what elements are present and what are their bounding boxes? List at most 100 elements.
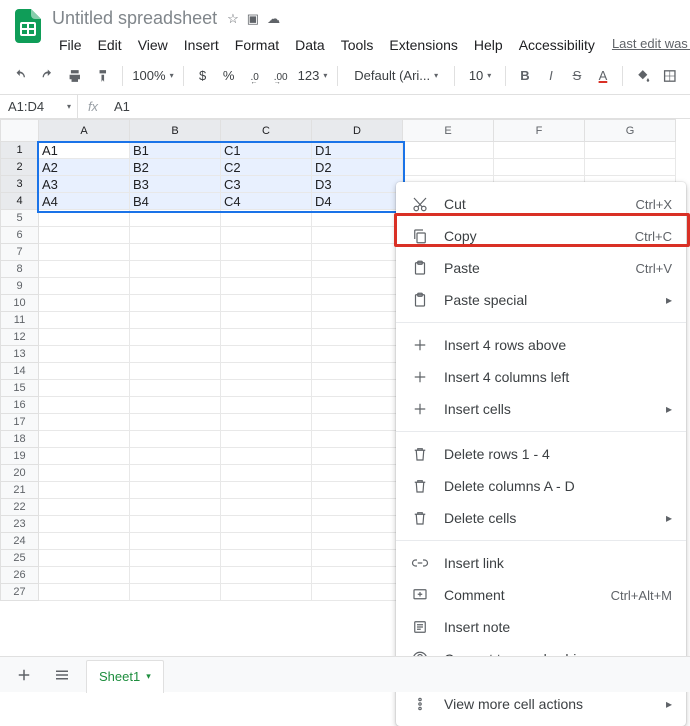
cell-B13[interactable] — [130, 346, 221, 363]
fill-color-button[interactable] — [631, 63, 655, 89]
row-header-18[interactable]: 18 — [1, 431, 39, 448]
cell-A11[interactable] — [39, 312, 130, 329]
row-header-11[interactable]: 11 — [1, 312, 39, 329]
cell-A6[interactable] — [39, 227, 130, 244]
col-header-G[interactable]: G — [585, 120, 676, 142]
italic-button[interactable]: I — [540, 63, 562, 89]
cell-A22[interactable] — [39, 499, 130, 516]
cell-A26[interactable] — [39, 567, 130, 584]
cell-B22[interactable] — [130, 499, 221, 516]
menu-format[interactable]: Format — [228, 33, 286, 57]
row-header-9[interactable]: 9 — [1, 278, 39, 295]
cell-E1[interactable] — [403, 142, 494, 159]
cell-D25[interactable] — [312, 550, 403, 567]
cell-C17[interactable] — [221, 414, 312, 431]
menu-data[interactable]: Data — [288, 33, 332, 57]
col-header-E[interactable]: E — [403, 120, 494, 142]
cell-G2[interactable] — [585, 159, 676, 176]
cell-C7[interactable] — [221, 244, 312, 261]
star-icon[interactable]: ☆ — [227, 11, 239, 27]
cell-C6[interactable] — [221, 227, 312, 244]
cell-C18[interactable] — [221, 431, 312, 448]
cell-A9[interactable] — [39, 278, 130, 295]
cell-D21[interactable] — [312, 482, 403, 499]
ctx-insert-rows[interactable]: Insert 4 rows above — [396, 329, 686, 361]
print-button[interactable] — [63, 63, 87, 89]
cell-D17[interactable] — [312, 414, 403, 431]
cell-B21[interactable] — [130, 482, 221, 499]
menu-insert[interactable]: Insert — [177, 33, 226, 57]
doc-title[interactable]: Untitled spreadsheet — [52, 8, 217, 29]
percent-button[interactable]: % — [218, 63, 240, 89]
cell-A18[interactable] — [39, 431, 130, 448]
cell-C15[interactable] — [221, 380, 312, 397]
cell-B5[interactable] — [130, 210, 221, 227]
cell-A27[interactable] — [39, 584, 130, 601]
ctx-insert-note[interactable]: Insert note — [396, 611, 686, 643]
cell-C11[interactable] — [221, 312, 312, 329]
row-header-22[interactable]: 22 — [1, 499, 39, 516]
undo-button[interactable] — [8, 63, 32, 89]
cell-C10[interactable] — [221, 295, 312, 312]
cell-C4[interactable]: C4 — [221, 193, 312, 210]
cell-D27[interactable] — [312, 584, 403, 601]
row-header-17[interactable]: 17 — [1, 414, 39, 431]
cell-D8[interactable] — [312, 261, 403, 278]
row-header-6[interactable]: 6 — [1, 227, 39, 244]
sheet-tab[interactable]: Sheet1 — [86, 660, 164, 693]
cell-C12[interactable] — [221, 329, 312, 346]
cell-A19[interactable] — [39, 448, 130, 465]
cell-B18[interactable] — [130, 431, 221, 448]
cell-D23[interactable] — [312, 516, 403, 533]
font-size-select[interactable]: 10 — [463, 63, 497, 89]
ctx-delete-cells[interactable]: Delete cells ▸ — [396, 502, 686, 534]
row-header-7[interactable]: 7 — [1, 244, 39, 261]
currency-button[interactable]: $ — [192, 63, 214, 89]
formula-input[interactable]: A1 — [108, 99, 690, 114]
row-header-12[interactable]: 12 — [1, 329, 39, 346]
cell-C21[interactable] — [221, 482, 312, 499]
row-header-10[interactable]: 10 — [1, 295, 39, 312]
ctx-paste-special[interactable]: Paste special ▸ — [396, 284, 686, 316]
cell-A17[interactable] — [39, 414, 130, 431]
row-header-19[interactable]: 19 — [1, 448, 39, 465]
font-select[interactable]: Default (Ari... — [346, 63, 446, 89]
row-header-26[interactable]: 26 — [1, 567, 39, 584]
zoom-select[interactable]: 100% — [131, 63, 175, 89]
row-header-24[interactable]: 24 — [1, 533, 39, 550]
col-header-F[interactable]: F — [494, 120, 585, 142]
cell-A23[interactable] — [39, 516, 130, 533]
cell-D6[interactable] — [312, 227, 403, 244]
menu-file[interactable]: File — [52, 33, 89, 57]
cell-C24[interactable] — [221, 533, 312, 550]
cell-B15[interactable] — [130, 380, 221, 397]
cell-D20[interactable] — [312, 465, 403, 482]
ctx-delete-rows[interactable]: Delete rows 1 - 4 — [396, 438, 686, 470]
cell-B11[interactable] — [130, 312, 221, 329]
cell-B8[interactable] — [130, 261, 221, 278]
cell-B4[interactable]: B4 — [130, 193, 221, 210]
menu-extensions[interactable]: Extensions — [382, 33, 464, 57]
cell-D11[interactable] — [312, 312, 403, 329]
cell-F1[interactable] — [494, 142, 585, 159]
menu-accessibility[interactable]: Accessibility — [512, 33, 602, 57]
select-all-corner[interactable] — [1, 120, 39, 142]
name-box[interactable]: A1:D4 — [0, 95, 78, 118]
menu-tools[interactable]: Tools — [334, 33, 381, 57]
cell-A21[interactable] — [39, 482, 130, 499]
cell-C19[interactable] — [221, 448, 312, 465]
cloud-status-icon[interactable]: ☁ — [267, 11, 280, 27]
cell-C25[interactable] — [221, 550, 312, 567]
cell-C3[interactable]: C3 — [221, 176, 312, 193]
cell-B14[interactable] — [130, 363, 221, 380]
row-header-16[interactable]: 16 — [1, 397, 39, 414]
cell-A14[interactable] — [39, 363, 130, 380]
row-header-20[interactable]: 20 — [1, 465, 39, 482]
row-header-25[interactable]: 25 — [1, 550, 39, 567]
ctx-delete-cols[interactable]: Delete columns A - D — [396, 470, 686, 502]
cell-A3[interactable]: A3 — [39, 176, 130, 193]
cell-B9[interactable] — [130, 278, 221, 295]
row-header-1[interactable]: 1 — [1, 142, 39, 159]
cell-B17[interactable] — [130, 414, 221, 431]
cell-A1[interactable]: A1 — [39, 142, 130, 159]
